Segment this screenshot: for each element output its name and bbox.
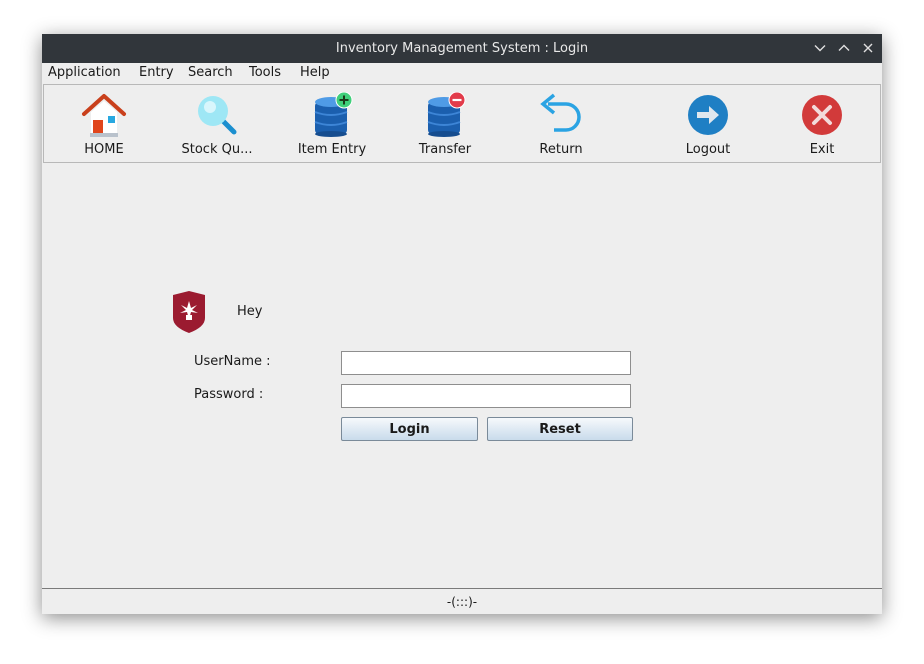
close-button[interactable] — [861, 41, 875, 55]
menu-tools[interactable]: Tools — [249, 63, 281, 84]
toolbar: HOME Stock Qu... Item Entry Transfer Ret… — [43, 84, 881, 163]
transfer-button[interactable]: Transfer — [407, 85, 483, 162]
item-entry-label: Item Entry — [297, 142, 367, 157]
stock-query-label: Stock Qu... — [181, 142, 253, 157]
password-label: Password : — [194, 387, 264, 402]
home-label: HOME — [84, 142, 124, 157]
username-input[interactable] — [341, 351, 631, 375]
home-button[interactable]: HOME — [67, 85, 141, 162]
minimize-button[interactable] — [813, 41, 827, 55]
logout-button[interactable]: Logout — [670, 85, 746, 162]
shield-logo-icon — [173, 291, 205, 333]
search-icon — [198, 96, 237, 135]
item-entry-button[interactable]: Item Entry — [291, 85, 373, 162]
menu-search[interactable]: Search — [188, 63, 233, 84]
return-arrow-icon — [540, 93, 581, 132]
password-input[interactable] — [341, 384, 631, 408]
reset-button[interactable]: Reset — [487, 417, 633, 441]
exit-label: Exit — [809, 142, 835, 157]
transfer-label: Transfer — [418, 142, 472, 157]
app-window: Inventory Management System : Login Appl… — [42, 34, 882, 614]
status-bar: -(:::)- — [42, 588, 882, 614]
status-text: -(:::)- — [446, 595, 478, 609]
window-title: Inventory Management System : Login — [335, 41, 589, 56]
menu-entry[interactable]: Entry — [139, 63, 174, 84]
menu-help[interactable]: Help — [300, 63, 330, 84]
close-icon — [863, 43, 873, 53]
username-label: UserName : — [194, 354, 271, 369]
return-label: Return — [539, 142, 583, 157]
maximize-button[interactable] — [837, 41, 851, 55]
menu-application[interactable]: Application — [48, 63, 121, 84]
login-button[interactable]: Login — [341, 417, 478, 441]
menu-bar: Application Entry Search Tools Help — [42, 63, 882, 84]
database-add-icon — [314, 92, 353, 137]
logout-label: Logout — [685, 142, 731, 157]
home-icon — [82, 94, 126, 137]
title-bar[interactable]: Inventory Management System : Login — [42, 34, 882, 63]
greeting-text: Hey — [237, 304, 263, 319]
exit-button[interactable]: Exit — [787, 85, 857, 162]
exit-x-icon — [802, 95, 842, 135]
stock-query-button[interactable]: Stock Qu... — [177, 85, 257, 162]
login-panel: Hey UserName : Password : Login Reset — [42, 163, 882, 588]
chevron-up-icon — [838, 44, 850, 51]
logout-arrow-icon — [688, 95, 728, 135]
chevron-down-icon — [814, 45, 826, 52]
database-remove-icon — [427, 92, 466, 137]
return-button[interactable]: Return — [523, 85, 599, 162]
